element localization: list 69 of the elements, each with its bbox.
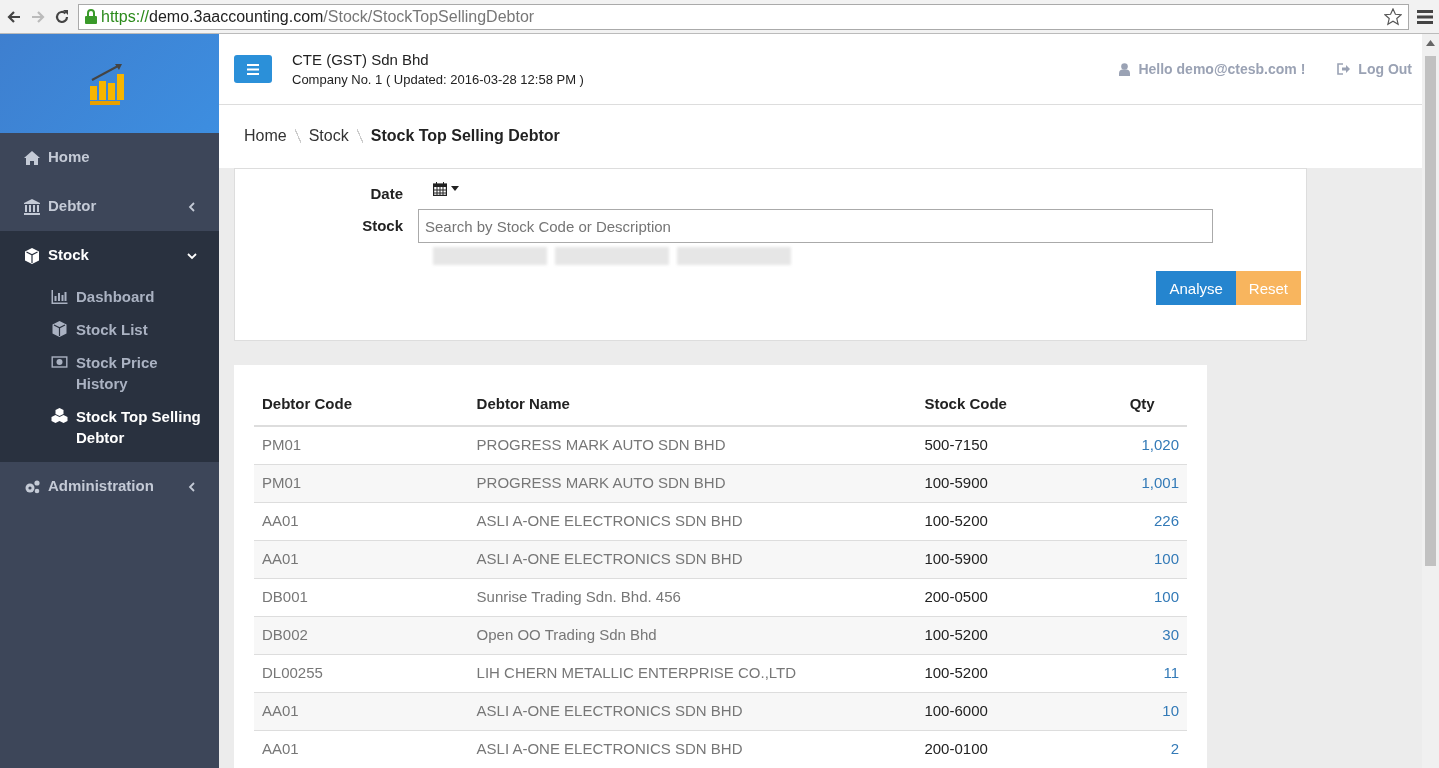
table-cell: 1,001 [1121,464,1187,502]
back-icon[interactable] [6,8,22,25]
table-cell: AA01 [254,730,469,768]
menu-icon [247,63,259,75]
cubes-icon [51,408,68,424]
table-cell: Open OO Trading Sdn Bhd [468,616,917,654]
lock-icon [85,9,97,24]
sidebar-item[interactable]: Debtor [0,182,219,231]
submenu-item[interactable]: Stock Top Selling Debtor [0,400,219,454]
scroll-up-icon[interactable] [1426,40,1435,46]
address-bar[interactable]: https://demo.3aaccounting.com/Stock/StockTopSellingDebtor [78,3,1409,30]
menu-icon[interactable] [1417,9,1433,24]
breadcrumb-link[interactable]: Home [244,124,287,149]
bank-icon [24,198,40,215]
scrollbar-thumb[interactable] [1425,56,1436,566]
table-cell: ASLI A-ONE ELECTRONICS SDN BHD [468,540,917,578]
greeting-text: Hello demo@ctesb.com ! [1138,59,1306,79]
submenu-item[interactable]: Stock List [0,313,219,346]
table-cell: 100 [1121,540,1187,578]
company-info: Company No. 1 ( Updated: 2016-03-28 12:58 PM ) [292,70,584,89]
table-cell: 30 [1121,616,1187,654]
column-header: Debtor Name [468,382,917,426]
submenu-item[interactable]: Stock Price History [0,346,219,400]
gears-icon [24,478,40,495]
submenu-item[interactable]: Dashboard [0,280,219,313]
chevron-left-icon [187,481,197,492]
reload-icon[interactable] [54,8,70,25]
home-icon [24,149,40,166]
column-header: Debtor Code [254,382,469,426]
stock-search-field[interactable]: Search by Stock Code or Description [418,209,1213,244]
user-icon [1119,62,1131,76]
table-cell: AA01 [254,540,469,578]
table-cell: 2 [1121,730,1187,768]
company-name: CTE (GST) Sdn Bhd [292,49,430,70]
sidebar-item[interactable]: Stock [0,231,219,280]
cube-icon [24,247,40,264]
table-cell: 10 [1121,692,1187,730]
url-text: https://demo.3aaccounting.com/Stock/StockTopSellingDebtor [101,6,535,27]
banknote-icon [51,354,68,370]
table-cell: ASLI A-ONE ELECTRONICS SDN BHD [468,730,917,768]
table-cell: PM01 [254,464,469,502]
calendar-icon [433,181,447,196]
table-cell: ASLI A-ONE ELECTRONICS SDN BHD [468,692,917,730]
column-header: Qty [1121,382,1187,426]
breadcrumb-current: Stock Top Selling Debtor [370,126,560,147]
table-cell: 100-5900 [916,464,1122,502]
breadcrumb-link[interactable]: Stock [308,124,349,149]
field-label: Stock [361,215,404,236]
table-cell: DB002 [254,616,469,654]
table-cell: PROGRESS MARK AUTO SDN BHD [468,464,917,502]
bar-chart-icon [51,288,68,304]
chevron-down-icon [187,250,197,261]
table-cell: 200-0100 [916,730,1122,768]
menu-button[interactable] [234,55,272,84]
logout-icon [1337,63,1351,76]
sidebar-item[interactable]: Home [0,133,219,182]
sidebar-item[interactable]: Administration [0,462,219,511]
table-cell: AA01 [254,692,469,730]
table-cell: 100-5200 [916,616,1122,654]
analyse-button[interactable]: Analyse [1156,271,1236,306]
table-cell: 100-6000 [916,692,1122,730]
chevron-left-icon [187,201,197,212]
cube-icon [51,321,68,337]
caret-down-icon [451,186,459,192]
table-cell: 100-5900 [916,540,1122,578]
date-picker-button[interactable] [433,181,459,196]
star-icon[interactable] [1384,7,1402,26]
column-header: Stock Code [916,382,1122,426]
field-label: Date [369,183,404,204]
